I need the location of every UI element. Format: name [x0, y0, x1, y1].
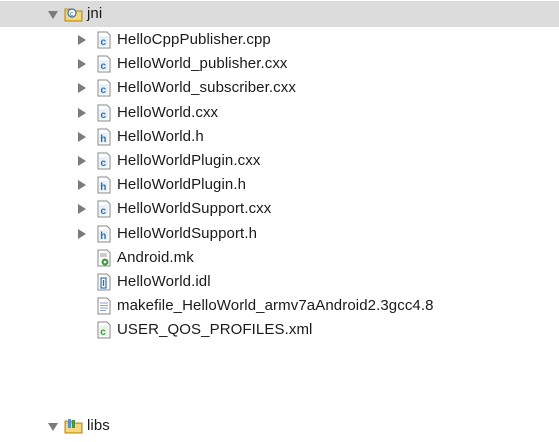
tree-item[interactable]: c HelloWorldSupport.cxx [0, 196, 559, 222]
header-file-icon: h [96, 128, 112, 146]
tree-item-label: HelloWorld.h [117, 127, 204, 145]
tree-item[interactable]: c HelloWorld.cxx [0, 100, 559, 126]
svg-text:c: c [101, 206, 107, 217]
tree-folder-libs[interactable]: libs [0, 413, 559, 439]
svg-text:c: c [70, 11, 74, 18]
expand-arrow-icon[interactable] [78, 156, 86, 166]
source-folder-icon: c [64, 5, 84, 23]
svg-text:h: h [100, 134, 106, 145]
tree-item[interactable]: c USER_QOS_PROFILES.xml [0, 317, 559, 343]
expand-arrow-icon[interactable] [78, 204, 86, 215]
tree-item-label: Android.mk [117, 248, 194, 266]
c-source-file-icon: c [96, 104, 112, 122]
c-source-file-icon: c [96, 55, 112, 73]
c-source-file-icon: c [96, 152, 112, 170]
tree-item-label: HelloWorld_subscriber.cxx [117, 79, 296, 97]
tree-item-label: HelloWorld_publisher.cxx [117, 55, 288, 73]
idl-file-icon [96, 273, 112, 291]
tree-item[interactable]: Android.mk [0, 245, 559, 271]
svg-text:c: c [101, 110, 107, 121]
svg-text:c: c [101, 85, 107, 96]
tree-item[interactable]: makefile_HelloWorld_armv7aAndroid2.3gcc4… [0, 293, 559, 319]
tree-item[interactable]: c HelloWorldPlugin.cxx [0, 148, 559, 174]
svg-text:h: h [100, 182, 106, 193]
tree-item-label: HelloWorld.cxx [117, 103, 219, 121]
expand-arrow-icon[interactable] [78, 35, 86, 45]
c-source-file-icon: c [96, 79, 112, 97]
library-folder-icon [64, 417, 84, 435]
tree-item-label: HelloWorldPlugin.h [117, 176, 247, 194]
tree-folder-label: jni [87, 5, 103, 22]
tree-item[interactable]: c HelloWorld_subscriber.cxx [0, 75, 559, 101]
tree-item[interactable]: HelloWorld.idl [0, 269, 559, 295]
expand-arrow-icon[interactable] [78, 59, 86, 70]
tree-item-label: HelloWorldSupport.cxx [117, 200, 272, 218]
makefile-icon [96, 249, 112, 267]
svg-text:h: h [100, 231, 106, 242]
expand-arrow-icon[interactable] [78, 228, 86, 239]
c-source-file-icon: c [96, 200, 112, 218]
svg-text:c: c [101, 158, 107, 169]
tree-item[interactable]: c HelloWorld_publisher.cxx [0, 51, 559, 77]
svg-text:c: c [101, 61, 107, 72]
tree-item-label: USER_QOS_PROFILES.xml [117, 321, 313, 339]
c-source-file-icon: c [96, 31, 112, 49]
expand-arrow-icon[interactable] [48, 423, 58, 431]
svg-text:c: c [101, 37, 107, 48]
project-explorer-tree: c jni c HelloCppPublisher.cpp c HelloWorld_… [0, 0, 559, 442]
expand-arrow-icon[interactable] [78, 131, 86, 142]
tree-item[interactable]: c HelloCppPublisher.cpp [0, 27, 559, 53]
header-file-icon: h [96, 225, 112, 243]
expand-arrow-icon[interactable] [78, 107, 86, 118]
expand-arrow-icon[interactable] [48, 11, 58, 19]
expand-arrow-icon[interactable] [78, 83, 86, 94]
tree-folder-jni[interactable]: c jni [0, 1, 559, 27]
header-file-icon: h [96, 176, 112, 194]
text-file-icon [96, 297, 112, 315]
tree-item-label: HelloWorld.idl [117, 273, 211, 290]
tree-item-label: makefile_HelloWorld_armv7aAndroid2.3gcc4… [117, 297, 434, 315]
tree-folder-label: libs [87, 417, 110, 434]
expand-arrow-icon[interactable] [78, 180, 86, 191]
tree-item[interactable]: h HelloWorldPlugin.h [0, 172, 559, 198]
tree-item[interactable]: h HelloWorld.h [0, 124, 559, 150]
tree-item-label: HelloWorldPlugin.cxx [117, 152, 261, 169]
tree-item[interactable]: h HelloWorldSupport.h [0, 221, 559, 247]
svg-text:c: c [100, 327, 106, 338]
tree-item-label: HelloWorldSupport.h [117, 224, 258, 242]
tree-item-label: HelloCppPublisher.cpp [117, 31, 271, 48]
xml-file-icon: c [96, 321, 112, 339]
